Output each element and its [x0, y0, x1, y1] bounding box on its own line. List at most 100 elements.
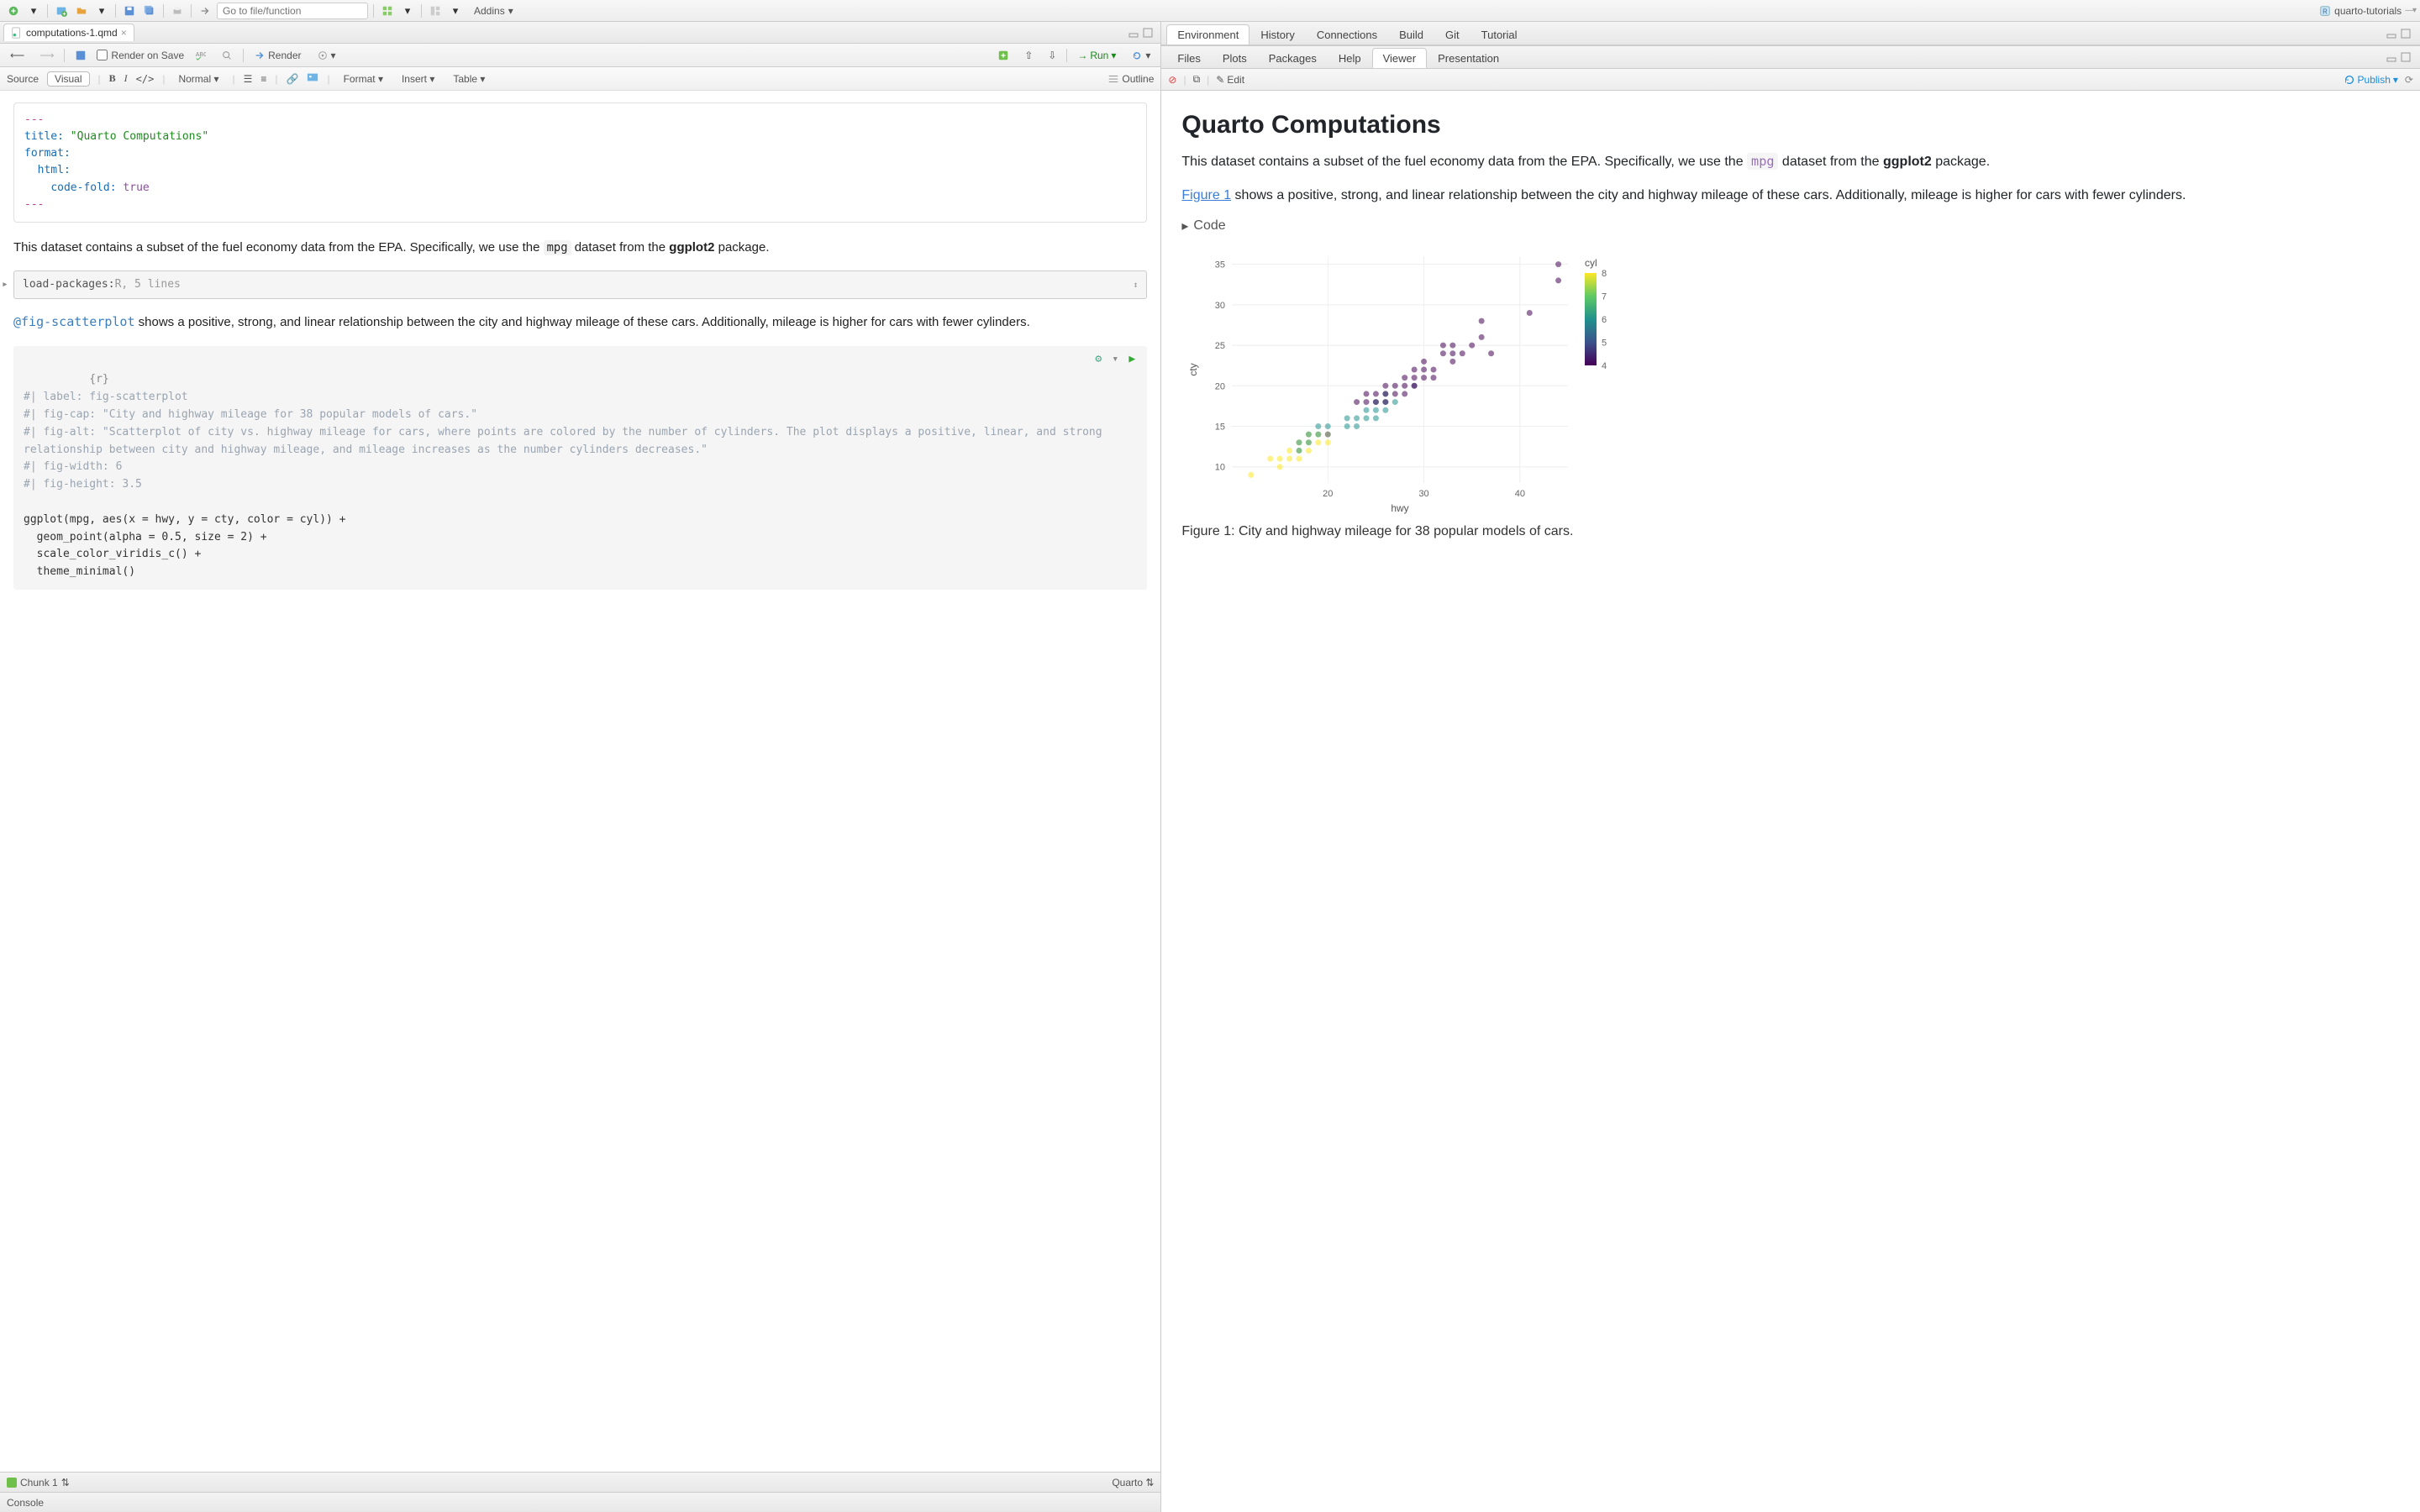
dropdown-icon[interactable]: ▾ — [399, 3, 416, 19]
back-icon[interactable]: ⟵ — [5, 48, 29, 63]
file-tab-bar: computations-1.qmd × — [0, 22, 1160, 44]
refresh-viewer-icon[interactable]: ⟳ — [2405, 74, 2413, 86]
spellcheck-icon[interactable]: ABC — [189, 48, 211, 63]
bold-button[interactable]: B — [109, 72, 116, 85]
goto-input[interactable] — [217, 3, 368, 19]
remove-icon[interactable]: ⊘ — [1168, 74, 1176, 86]
document-title: Quarto Computations — [1181, 111, 2400, 139]
find-icon[interactable] — [216, 48, 238, 63]
maximize-pane-icon[interactable] — [2400, 28, 2412, 39]
render-button[interactable]: Render — [249, 48, 306, 63]
addins-label: Addins — [474, 5, 505, 17]
tab-environment[interactable]: Environment — [1166, 24, 1249, 45]
svg-text:30: 30 — [1215, 301, 1225, 311]
disclosure-triangle-icon[interactable]: ▸ — [1181, 218, 1188, 234]
maximize-pane-icon[interactable] — [1142, 27, 1154, 39]
tab-packages[interactable]: Packages — [1258, 48, 1328, 68]
render-options-icon[interactable]: ▾ — [312, 48, 341, 63]
edit-button[interactable]: ✎ Edit — [1216, 74, 1244, 86]
dropdown-icon[interactable]: ▾ — [93, 3, 110, 19]
print-icon[interactable] — [169, 3, 186, 19]
panes-icon[interactable] — [427, 3, 444, 19]
run-button[interactable]: → Run ▾ — [1072, 48, 1121, 63]
expand-arrow-icon[interactable]: ▸ — [2, 276, 8, 293]
publish-button[interactable]: Publish ▾ — [2344, 74, 2398, 86]
tab-viewer[interactable]: Viewer — [1372, 48, 1428, 68]
crossref-link[interactable]: @fig-scatterplot — [13, 314, 135, 329]
chunk-options-icon[interactable]: ⚙ — [1095, 351, 1107, 363]
code-button[interactable]: </> — [136, 73, 155, 85]
go-next-chunk-icon[interactable]: ⇩ — [1043, 48, 1061, 63]
dropdown-icon[interactable]: ▾ — [447, 3, 464, 19]
tab-build[interactable]: Build — [1388, 24, 1434, 45]
outline-toggle[interactable]: Outline — [1107, 73, 1154, 85]
engine-selector[interactable]: Quarto ⇅ — [1112, 1477, 1154, 1488]
tab-presentation[interactable]: Presentation — [1427, 48, 1510, 68]
tab-plots[interactable]: Plots — [1212, 48, 1258, 68]
style-dropdown[interactable]: Normal ▾ — [173, 71, 224, 87]
svg-text:8: 8 — [1602, 269, 1607, 279]
maximize-pane-icon[interactable] — [2400, 51, 2412, 63]
project-menu[interactable]: R quarto-tutorials — ▾ — [2319, 5, 2415, 17]
expand-collapse-icon[interactable]: ↕ — [1133, 279, 1138, 292]
console-tab[interactable]: Console — [0, 1492, 1160, 1512]
insert-chunk-icon[interactable] — [992, 48, 1014, 63]
save-icon[interactable] — [121, 3, 138, 19]
tab-connections[interactable]: Connections — [1306, 24, 1388, 45]
minimize-pane-icon[interactable] — [2386, 28, 2397, 39]
dropdown-icon[interactable]: ▾ — [25, 3, 42, 19]
source-mode-button[interactable]: Source — [7, 73, 39, 85]
tab-help[interactable]: Help — [1328, 48, 1372, 68]
new-file-icon[interactable] — [5, 3, 22, 19]
image-icon[interactable] — [307, 71, 318, 86]
save-icon[interactable] — [70, 48, 92, 63]
editor-toolbar: ⟵ ⟶ Render on Save ABC Render ▾ ⇧ ⇩ → Ru… — [0, 44, 1160, 67]
run-above-icon[interactable]: ▾ — [1112, 351, 1123, 363]
figure-link[interactable]: Figure 1 — [1181, 188, 1231, 202]
tab-history[interactable]: History — [1249, 24, 1305, 45]
save-all-icon[interactable] — [141, 3, 158, 19]
run-chunk-icon[interactable]: ▶ — [1128, 351, 1140, 363]
addins-menu[interactable]: Addins ▾ — [467, 3, 520, 18]
render-on-save-checkbox[interactable]: Render on Save — [97, 50, 184, 61]
chunk-navigator[interactable]: Chunk 1 ⇅ — [7, 1477, 70, 1488]
table-menu[interactable]: Table ▾ — [448, 71, 490, 87]
italic-button[interactable]: I — [124, 72, 128, 85]
svg-text:cyl: cyl — [1585, 257, 1597, 269]
yaml-frontmatter[interactable]: --- title: "Quarto Computations" format:… — [13, 102, 1147, 223]
new-project-icon[interactable] — [53, 3, 70, 19]
tab-tutorial[interactable]: Tutorial — [1470, 24, 1528, 45]
tab-git[interactable]: Git — [1434, 24, 1470, 45]
run-label: Run — [1090, 50, 1108, 61]
svg-text:7: 7 — [1602, 292, 1607, 302]
visual-mode-button[interactable]: Visual — [47, 71, 89, 87]
format-menu[interactable]: Format ▾ — [339, 71, 388, 87]
svg-text:30: 30 — [1419, 489, 1429, 499]
prose-paragraph[interactable]: @fig-scatterplot shows a positive, stron… — [13, 312, 1147, 332]
grid-icon[interactable] — [379, 3, 396, 19]
svg-text:6: 6 — [1602, 315, 1607, 325]
close-tab-icon[interactable]: × — [121, 27, 127, 39]
go-prev-chunk-icon[interactable]: ⇧ — [1019, 48, 1038, 63]
goto-icon[interactable] — [197, 3, 213, 19]
tab-files[interactable]: Files — [1166, 48, 1211, 68]
prose-paragraph[interactable]: This dataset contains a subset of the fu… — [13, 238, 1147, 257]
link-icon[interactable]: 🔗 — [287, 73, 299, 85]
svg-text:5: 5 — [1602, 339, 1607, 349]
refresh-icon[interactable]: ▾ — [1126, 48, 1155, 63]
minimize-pane-icon[interactable] — [1128, 27, 1139, 39]
svg-text:40: 40 — [1515, 489, 1525, 499]
open-file-icon[interactable] — [73, 3, 90, 19]
forward-icon[interactable]: ⟶ — [34, 48, 59, 63]
file-tab[interactable]: computations-1.qmd × — [3, 24, 134, 41]
qmd-file-icon — [11, 27, 23, 39]
minimize-pane-icon[interactable] — [2386, 51, 2397, 63]
popout-icon[interactable]: ⧉ — [1193, 73, 1201, 86]
insert-menu[interactable]: Insert ▾ — [397, 71, 439, 87]
code-fold[interactable]: ▸ Code — [1181, 218, 2400, 234]
numbered-list-icon[interactable]: ≡ — [260, 73, 266, 85]
bullet-list-icon[interactable]: ☰ — [244, 73, 253, 85]
folded-chunk[interactable]: ▸ load-packages: R, 5 lines ↕ — [13, 270, 1147, 299]
editor-area[interactable]: --- title: "Quarto Computations" format:… — [0, 91, 1160, 1472]
code-chunk[interactable]: ⚙ ▾ ▶ {r} #| label: fig-scatterplot #| f… — [13, 346, 1147, 590]
